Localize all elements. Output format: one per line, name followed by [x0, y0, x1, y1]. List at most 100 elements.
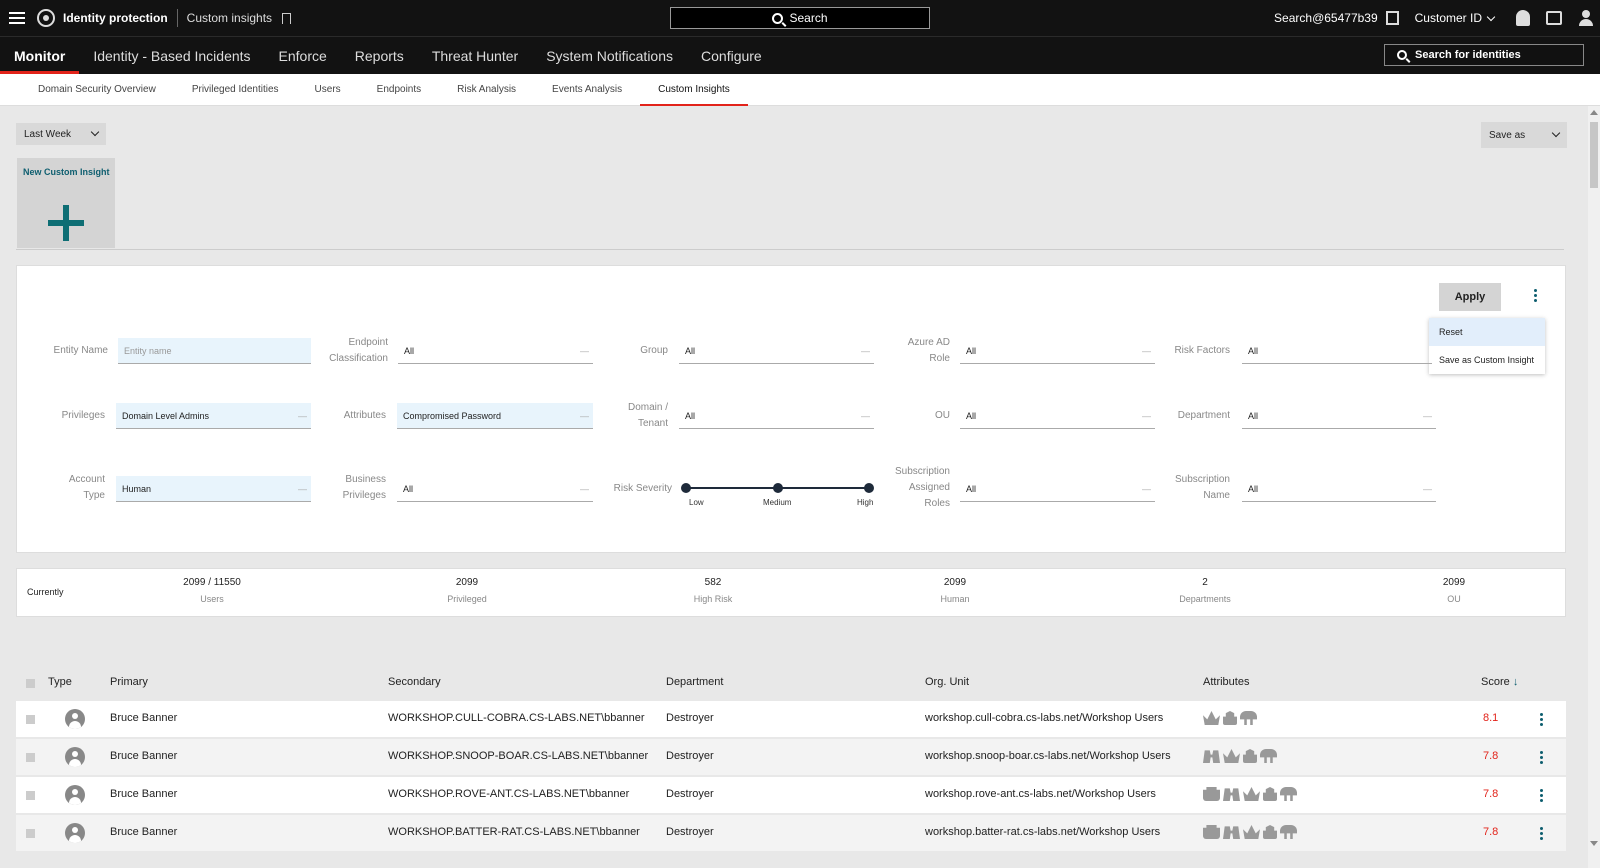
row-options-icon[interactable]: [1540, 827, 1543, 842]
column-org-unit[interactable]: Org. Unit: [925, 676, 969, 688]
severity-low-label: Low: [689, 498, 704, 507]
cell-primary[interactable]: Bruce Banner: [110, 712, 177, 724]
nav-monitor[interactable]: Monitor: [0, 37, 80, 74]
business-privileges-select[interactable]: All —: [397, 476, 593, 502]
account-name[interactable]: Search@65477b39: [1274, 11, 1378, 25]
period-value: Last Week: [24, 128, 72, 140]
gear-icon: [1203, 787, 1220, 801]
cell-primary[interactable]: Bruce Banner: [110, 788, 177, 800]
row-checkbox[interactable]: [26, 829, 35, 838]
stat-label: High Risk: [693, 594, 733, 604]
row-checkbox[interactable]: [26, 753, 35, 762]
apply-button[interactable]: Apply: [1439, 283, 1501, 311]
top-right-controls: Search@65477b39 Customer ID: [1262, 0, 1600, 36]
grid-icon[interactable]: [1385, 11, 1399, 25]
stat-label: OU: [1447, 594, 1461, 604]
column-primary[interactable]: Primary: [110, 676, 148, 688]
table-row[interactable]: Bruce Banner WORKSHOP.BATTER-RAT.CS-LABS…: [16, 815, 1566, 851]
stat-users: 2099 / 11550 Users: [152, 577, 272, 604]
cell-primary[interactable]: Bruce Banner: [110, 750, 177, 762]
crown-icon: [1223, 749, 1240, 763]
business-label-line2: Privileges: [342, 490, 386, 501]
period-select[interactable]: Last Week: [16, 123, 106, 145]
nav-identity-based-incidents[interactable]: Identity - Based Incidents: [79, 37, 264, 74]
cell-primary[interactable]: Bruce Banner: [110, 826, 177, 838]
subscription-name-select[interactable]: All —: [1242, 476, 1436, 502]
tab-privileged-identities[interactable]: Privileged Identities: [174, 74, 297, 105]
row-checkbox[interactable]: [26, 791, 35, 800]
domain-label-line1: Domain /: [627, 402, 668, 413]
row-options-icon[interactable]: [1540, 789, 1543, 804]
identity-search-input[interactable]: [1415, 49, 1575, 61]
tab-endpoints[interactable]: Endpoints: [359, 74, 439, 105]
scrollbar-thumb[interactable]: [1590, 122, 1598, 188]
risk-factors-value: All: [1248, 345, 1259, 356]
privileges-value: Domain Level Admins: [122, 410, 210, 421]
bookmark-icon[interactable]: [282, 12, 292, 24]
tab-events-analysis[interactable]: Events Analysis: [534, 74, 640, 105]
department-select[interactable]: All —: [1242, 403, 1436, 429]
row-checkbox[interactable]: [26, 715, 35, 724]
risk-factors-select[interactable]: All: [1242, 338, 1432, 364]
slider-knob-medium[interactable]: [773, 483, 783, 493]
hamburger-menu-icon[interactable]: [9, 12, 25, 24]
scroll-down-arrow-icon[interactable]: [1590, 841, 1598, 846]
nav-threat-hunter[interactable]: Threat Hunter: [418, 37, 532, 74]
scroll-up-arrow-icon[interactable]: [1590, 110, 1598, 115]
azure-ad-role-select[interactable]: All —: [960, 338, 1155, 364]
binoculars-icon: [1223, 826, 1240, 839]
group-select[interactable]: All —: [679, 338, 874, 364]
row-options-icon[interactable]: [1540, 713, 1543, 728]
azure-label-line2: Role: [929, 353, 950, 364]
select-all-checkbox[interactable]: [26, 679, 35, 688]
nav-configure[interactable]: Configure: [687, 37, 776, 74]
ou-select[interactable]: All —: [960, 403, 1155, 429]
tab-risk-analysis[interactable]: Risk Analysis: [439, 74, 534, 105]
bell-icon[interactable]: [1516, 10, 1530, 26]
row-options-icon[interactable]: [1540, 751, 1543, 766]
new-custom-insight-label: New Custom Insight: [23, 167, 110, 177]
column-type[interactable]: Type: [48, 676, 72, 688]
domain-tenant-select[interactable]: All —: [679, 403, 874, 429]
breadcrumb[interactable]: Custom insights: [187, 11, 272, 25]
azure-ad-role-label: Azure AD Role: [880, 335, 950, 367]
column-secondary[interactable]: Secondary: [388, 676, 441, 688]
global-search-button[interactable]: Search: [670, 7, 930, 29]
save-as-dropdown[interactable]: Save as: [1481, 122, 1567, 148]
more-options-icon[interactable]: [1534, 289, 1537, 304]
table-row[interactable]: Bruce Banner WORKSHOP.SNOOP-BOAR.CS-LABS…: [16, 739, 1566, 775]
account-type-select[interactable]: Human —: [116, 476, 311, 502]
entity-name-input[interactable]: [124, 345, 293, 356]
department-label: Department: [1177, 410, 1230, 421]
endpoint-classification-select[interactable]: All —: [398, 338, 593, 364]
column-attributes[interactable]: Attributes: [1203, 676, 1249, 688]
cell-department: Destroyer: [666, 750, 714, 762]
plus-icon-vertical: [63, 205, 69, 241]
tab-domain-security-overview[interactable]: Domain Security Overview: [20, 74, 174, 105]
nav-system-notifications[interactable]: System Notifications: [532, 37, 687, 74]
user-icon[interactable]: [1578, 10, 1594, 26]
tab-users[interactable]: Users: [297, 74, 359, 105]
sub-name-value: All: [1248, 483, 1259, 494]
vertical-scrollbar[interactable]: [1588, 106, 1600, 868]
lock-icon: [1223, 711, 1237, 725]
table-row[interactable]: Bruce Banner WORKSHOP.ROVE-ANT.CS-LABS.N…: [16, 777, 1566, 813]
column-department[interactable]: Department: [666, 676, 723, 688]
cell-department: Destroyer: [666, 788, 714, 800]
column-score[interactable]: Score ↓: [1481, 676, 1518, 688]
menu-item-reset[interactable]: Reset: [1429, 318, 1545, 346]
privileges-select[interactable]: Domain Level Admins —: [116, 403, 311, 429]
nav-reports[interactable]: Reports: [341, 37, 418, 74]
attributes-select[interactable]: Compromised Password —: [397, 403, 593, 429]
domain-label-line2: Tenant: [637, 418, 668, 429]
slider-knob-low[interactable]: [681, 483, 691, 493]
nav-enforce[interactable]: Enforce: [265, 37, 341, 74]
messages-icon[interactable]: [1546, 11, 1562, 25]
tab-custom-insights[interactable]: Custom Insights: [640, 74, 748, 106]
subscription-assigned-roles-select[interactable]: All —: [960, 476, 1155, 502]
customer-id-dropdown[interactable]: Customer ID: [1415, 11, 1496, 25]
risk-factors-label: Risk Factors: [1174, 345, 1230, 356]
table-row[interactable]: Bruce Banner WORKSHOP.CULL-COBRA.CS-LABS…: [16, 701, 1566, 737]
menu-item-save-as-custom-insight[interactable]: Save as Custom Insight: [1429, 346, 1545, 374]
slider-knob-high[interactable]: [864, 483, 874, 493]
